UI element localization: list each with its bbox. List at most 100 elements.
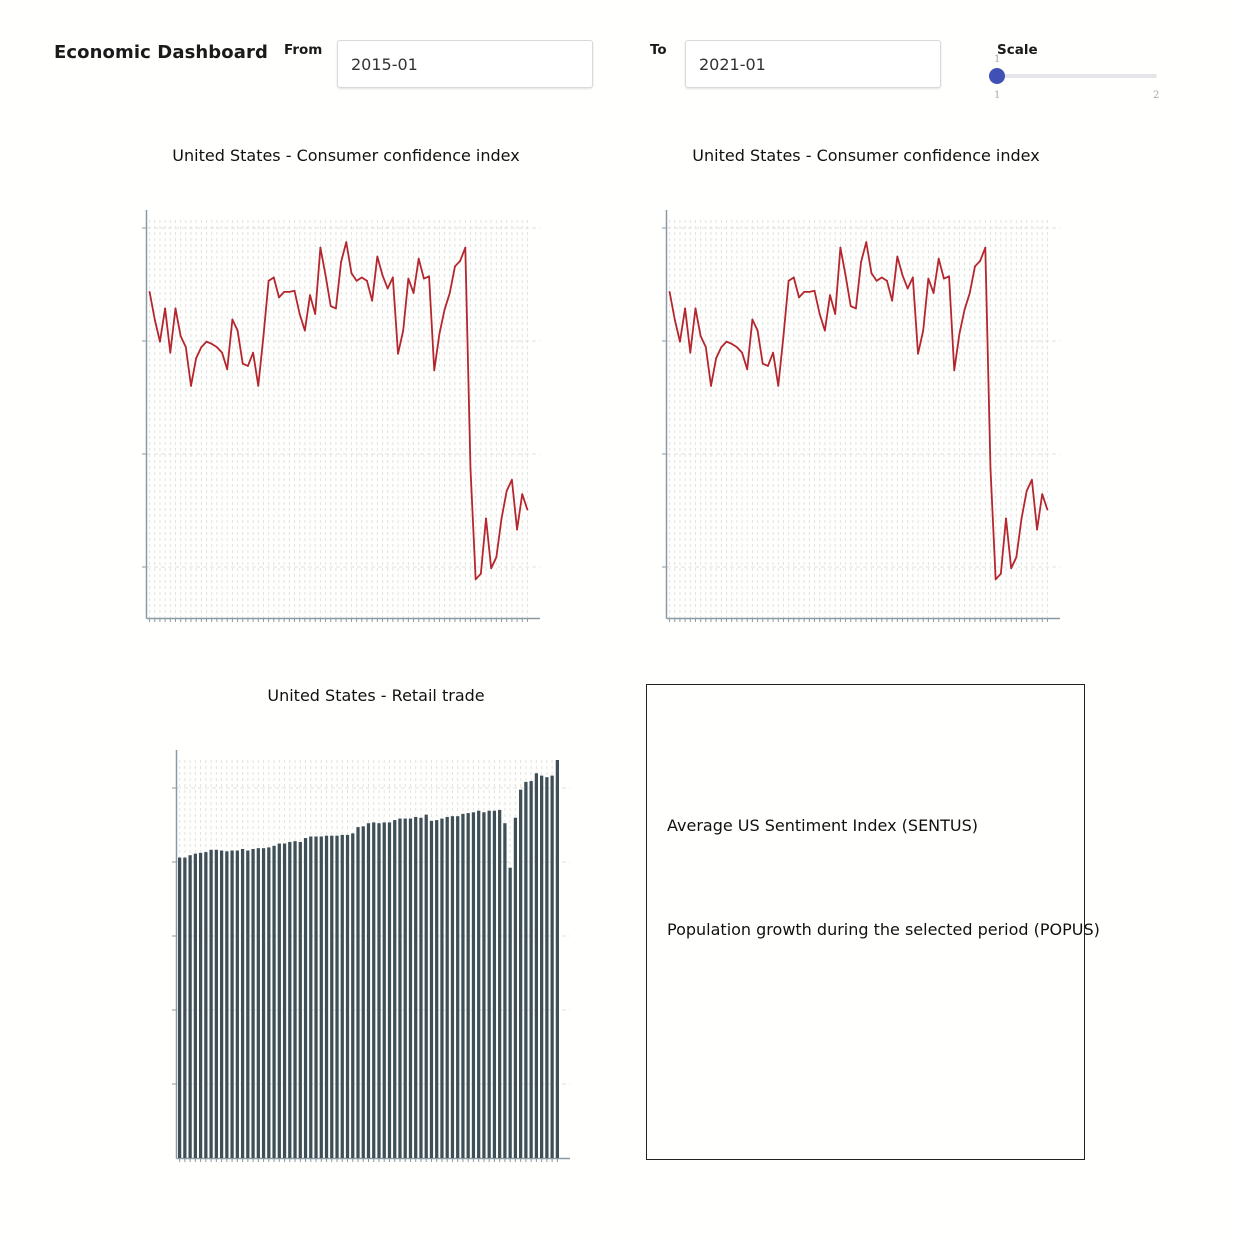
data-bar bbox=[178, 857, 182, 1158]
data-point bbox=[1005, 517, 1007, 520]
data-bar bbox=[246, 850, 250, 1158]
scale-slider-track[interactable] bbox=[997, 74, 1157, 78]
data-point bbox=[443, 308, 446, 311]
data-point bbox=[500, 517, 503, 520]
data-point bbox=[761, 362, 764, 365]
data-point bbox=[901, 274, 904, 277]
data-point bbox=[433, 369, 436, 372]
to-label: To bbox=[650, 42, 667, 58]
data-point bbox=[459, 260, 462, 262]
sentiment-index-label: Average US Sentiment Index (SENTUS) bbox=[667, 816, 979, 835]
data-bar bbox=[450, 816, 455, 1158]
data-bar bbox=[498, 809, 502, 1158]
data-bar bbox=[298, 841, 302, 1158]
data-bar bbox=[435, 820, 439, 1158]
summary-panel: Average US Sentiment Index (SENTUS) Popu… bbox=[646, 684, 1100, 1160]
data-point bbox=[148, 290, 151, 293]
from-date-input[interactable] bbox=[337, 40, 593, 88]
data-point bbox=[839, 246, 842, 249]
data-point bbox=[777, 384, 780, 387]
data-point bbox=[309, 294, 311, 297]
data-bar bbox=[324, 835, 329, 1158]
data-point bbox=[169, 351, 172, 354]
data-point bbox=[792, 276, 795, 279]
data-bar bbox=[309, 836, 313, 1158]
data-point bbox=[694, 307, 697, 310]
data-point bbox=[1036, 528, 1038, 531]
data-point bbox=[772, 351, 774, 354]
retail-bar-chart bbox=[172, 750, 570, 1162]
data-point bbox=[485, 517, 487, 520]
data-point bbox=[391, 276, 394, 279]
data-point bbox=[412, 292, 415, 294]
data-point bbox=[1015, 556, 1018, 559]
from-label: From bbox=[284, 42, 323, 58]
data-point bbox=[490, 567, 493, 570]
data-bar bbox=[293, 841, 297, 1158]
data-bar bbox=[414, 816, 418, 1158]
data-point bbox=[999, 572, 1002, 575]
data-point bbox=[684, 307, 687, 310]
data-bar bbox=[372, 822, 376, 1158]
data-bar bbox=[219, 850, 224, 1158]
data-point bbox=[689, 351, 692, 354]
data-point bbox=[231, 318, 234, 321]
data-bar bbox=[198, 852, 203, 1158]
data-point bbox=[813, 289, 816, 292]
data-bar bbox=[277, 843, 281, 1158]
data-bar bbox=[477, 810, 481, 1158]
scale-slider-thumb[interactable] bbox=[989, 68, 1005, 84]
data-point bbox=[314, 313, 317, 315]
data-bar bbox=[303, 838, 308, 1158]
data-bar bbox=[440, 818, 444, 1158]
data-point bbox=[989, 467, 992, 470]
data-point bbox=[741, 351, 743, 354]
data-bar bbox=[550, 775, 554, 1158]
scale-slider-min-label: 1 bbox=[994, 90, 1001, 101]
data-point bbox=[226, 368, 229, 371]
data-bar bbox=[487, 810, 491, 1158]
data-point bbox=[402, 329, 405, 332]
data-point bbox=[798, 296, 800, 299]
data-bar bbox=[256, 848, 260, 1158]
data-point bbox=[252, 351, 254, 354]
data-point bbox=[303, 329, 306, 332]
data-point bbox=[886, 279, 888, 282]
data-point bbox=[937, 257, 940, 260]
data-point bbox=[818, 313, 821, 315]
data-bar bbox=[351, 833, 355, 1158]
confidence-chart-right-title: United States - Consumer confidence inde… bbox=[692, 146, 1040, 165]
data-point bbox=[293, 289, 296, 292]
data-point bbox=[730, 342, 733, 345]
data-bar bbox=[508, 867, 512, 1158]
population-growth-label: Population growth during the selected pe… bbox=[667, 920, 1100, 939]
data-bar bbox=[272, 845, 276, 1158]
data-point bbox=[345, 241, 348, 244]
data-point bbox=[917, 352, 919, 355]
data-point bbox=[1046, 508, 1049, 511]
data-bar bbox=[282, 843, 287, 1158]
data-point bbox=[521, 493, 524, 496]
data-point bbox=[257, 384, 260, 387]
data-point bbox=[448, 292, 451, 294]
data-point bbox=[673, 318, 676, 321]
data-bar bbox=[240, 848, 245, 1158]
to-date-input[interactable] bbox=[685, 40, 941, 88]
data-point bbox=[932, 292, 935, 294]
data-point bbox=[1010, 567, 1013, 570]
data-point bbox=[808, 290, 811, 293]
data-bar bbox=[519, 789, 523, 1158]
data-point bbox=[340, 261, 342, 263]
data-point bbox=[221, 351, 223, 354]
data-point bbox=[844, 274, 847, 277]
data-bar bbox=[356, 827, 360, 1158]
data-bar bbox=[529, 781, 533, 1158]
data-point bbox=[855, 307, 857, 310]
data-point bbox=[849, 305, 852, 308]
data-point bbox=[715, 357, 718, 360]
data-point bbox=[1030, 478, 1033, 481]
data-point bbox=[679, 340, 681, 343]
data-point bbox=[454, 265, 456, 268]
data-point bbox=[896, 255, 899, 258]
data-bar bbox=[230, 850, 234, 1158]
